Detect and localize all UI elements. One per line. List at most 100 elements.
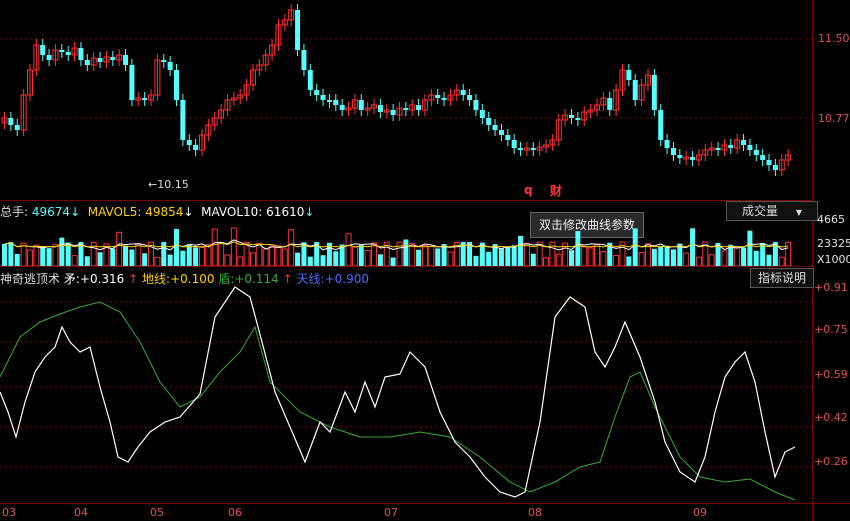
volume-bar	[84, 256, 90, 266]
volume-axis-label: 4665	[817, 213, 845, 226]
mavol5-label: MAVOL5:	[87, 205, 142, 219]
volume-bar	[708, 254, 715, 266]
volume-info: 总手: 49674↓ MAVOL5: 49854↓ MAVOL10: 61610…	[0, 203, 314, 220]
volume-bar-chart[interactable]	[0, 220, 812, 266]
volume-bar	[664, 245, 670, 266]
volume-bar	[59, 237, 65, 266]
indicator-axis-label: +0.59	[814, 368, 848, 381]
candle-body	[569, 115, 575, 118]
candle-body	[766, 160, 772, 165]
volume-bar	[626, 256, 632, 266]
volume-bar	[498, 248, 504, 266]
volume-bar	[193, 247, 199, 266]
volume-bar	[167, 254, 173, 266]
chevron-down-icon: ▼	[795, 208, 802, 217]
mavol10-label: MAVOL10:	[201, 205, 263, 219]
volume-bar	[33, 244, 40, 266]
volume-bar	[390, 257, 396, 266]
candle-body	[518, 148, 524, 150]
date-label: 06	[228, 506, 242, 519]
volume-bar	[174, 228, 180, 266]
candle-body	[658, 110, 664, 140]
min-price-marker: ←10.15	[148, 178, 189, 191]
volume-bar	[658, 246, 664, 266]
volume-bar	[403, 239, 409, 266]
q-marker[interactable]: q	[524, 183, 533, 197]
volume-bar	[594, 243, 600, 266]
volume-bar	[435, 248, 441, 266]
volume-bar	[364, 249, 371, 266]
candle-body	[123, 55, 129, 65]
volume-bar	[262, 248, 269, 266]
volume-bar	[683, 252, 690, 266]
candle-body	[651, 75, 657, 110]
min-price-value: 10.15	[157, 178, 189, 191]
candle-body	[78, 48, 84, 60]
volume-bar	[447, 251, 454, 266]
candle-body	[167, 62, 173, 70]
candle-body	[339, 105, 345, 110]
panel-divider	[0, 200, 812, 201]
candle-body	[741, 140, 747, 145]
date-label: 04	[74, 506, 88, 519]
down-arrow-icon: ↓	[304, 205, 315, 219]
volume-bar	[275, 245, 282, 266]
volume-unit-label: X1000	[817, 253, 850, 266]
candle-body	[14, 125, 20, 130]
candle-body	[40, 45, 46, 55]
candle-body	[193, 145, 199, 150]
volume-bar	[600, 250, 607, 266]
volume-bar	[741, 247, 747, 266]
volume-bar	[135, 242, 142, 266]
volume-bar	[281, 248, 288, 266]
finance-marker[interactable]: 财	[550, 182, 562, 199]
candle-body	[479, 110, 485, 118]
candle-body	[301, 50, 307, 70]
indicator-axis-label: +0.75	[814, 323, 848, 336]
volume-bar	[129, 249, 135, 266]
volume-bar	[690, 228, 696, 266]
volume-bar	[428, 245, 435, 266]
volume-bar	[543, 257, 550, 266]
mao-line	[0, 286, 796, 498]
candle-body	[59, 50, 65, 52]
candle-body	[626, 70, 632, 80]
candle-body	[326, 100, 332, 102]
candle-body	[416, 105, 422, 110]
volume-bar	[142, 253, 148, 266]
volume-bar	[249, 252, 256, 266]
volume-bar	[632, 228, 638, 266]
candle-body	[690, 157, 696, 160]
candle-body	[486, 118, 492, 125]
volume-bar	[116, 231, 123, 266]
down-arrow-icon: ↓	[70, 205, 81, 219]
volume-indicator-selector[interactable]: 成交量 ▼	[726, 201, 818, 221]
volume-axis-label: 23325	[817, 237, 850, 250]
candle-body	[295, 10, 301, 50]
volume-bar	[320, 255, 326, 266]
volume-bar	[505, 246, 511, 266]
volume-bar	[523, 242, 530, 266]
price-candlestick-chart[interactable]	[0, 0, 812, 200]
price-panel[interactable]	[0, 0, 812, 200]
indicator-line-chart[interactable]	[0, 282, 812, 502]
panel-divider	[0, 266, 812, 267]
candle-body	[97, 58, 103, 62]
indicator-axis-label: +0.91	[814, 281, 848, 294]
candle-body	[307, 70, 313, 90]
candle-body	[715, 148, 721, 150]
volume-bar	[218, 242, 225, 266]
candle-body	[632, 80, 638, 100]
candle-body	[65, 52, 71, 55]
volume-bar	[295, 252, 301, 266]
down-arrow-icon: ↓	[183, 205, 194, 219]
candle-body	[467, 95, 473, 100]
candle-body	[670, 148, 676, 155]
candle-body	[511, 140, 517, 148]
volume-bar	[644, 243, 651, 266]
candle-body	[435, 95, 441, 98]
date-label: 09	[693, 506, 707, 519]
volume-bar	[766, 254, 772, 266]
candle-body	[460, 90, 466, 95]
candle-body	[403, 108, 409, 110]
